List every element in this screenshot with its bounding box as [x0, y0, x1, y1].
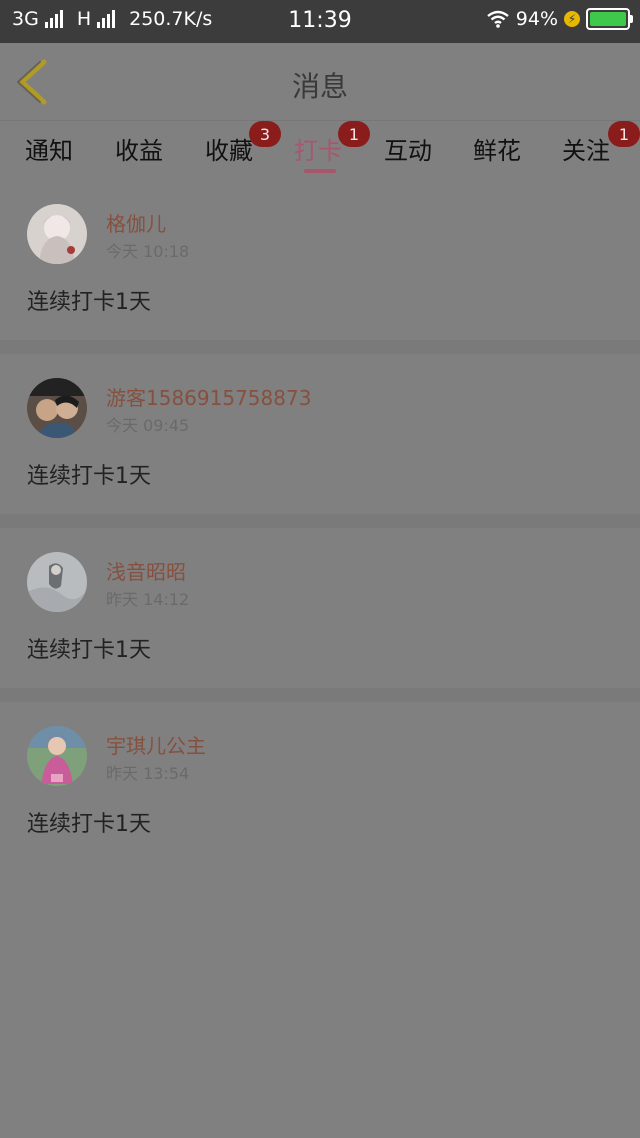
- tab-interaction[interactable]: 互动: [384, 131, 432, 166]
- list-item[interactable]: 格伽儿 今天 10:18 连续打卡1天: [0, 180, 640, 340]
- avatar[interactable]: [27, 204, 87, 264]
- message-text: 连续打卡1天: [27, 290, 151, 315]
- tab-label: 收益: [115, 137, 163, 165]
- avatar[interactable]: [27, 726, 87, 786]
- tab-bar: 通知 收益 收藏 3 打卡 1 互动 鲜花 关注 1: [0, 121, 640, 177]
- tab-checkin[interactable]: 打卡 1: [294, 121, 370, 166]
- charging-icon: ⚡: [564, 11, 580, 27]
- message-text: 连续打卡1天: [27, 464, 151, 489]
- battery-percent: 94%: [515, 8, 558, 30]
- divider: [0, 688, 640, 702]
- divider: [0, 514, 640, 528]
- avatar[interactable]: [27, 378, 87, 438]
- tab-label: 打卡: [294, 137, 342, 165]
- active-tab-indicator: [304, 169, 336, 173]
- timestamp: 今天 09:45: [106, 416, 190, 435]
- timestamp: 昨天 13:54: [106, 764, 190, 783]
- status-bar: 3G H 250.7K/s 11:39 94% ⚡: [0, 0, 640, 43]
- tab-label: 互动: [384, 137, 432, 165]
- tab-label: 收藏: [205, 137, 253, 165]
- tab-flowers[interactable]: 鲜花: [473, 131, 521, 166]
- badge-favorites: 3: [249, 121, 281, 147]
- wifi-icon: [487, 10, 509, 28]
- list-item[interactable]: 浅音昭昭 昨天 14:12 连续打卡1天: [0, 528, 640, 688]
- tab-favorites[interactable]: 收藏 3: [205, 121, 281, 166]
- username[interactable]: 游客1586915758873: [106, 382, 311, 411]
- username[interactable]: 浅音昭昭: [106, 556, 186, 585]
- tab-earnings[interactable]: 收益: [115, 131, 163, 166]
- tab-follow[interactable]: 关注 1: [562, 121, 640, 166]
- list-item[interactable]: 游客1586915758873 今天 09:45 连续打卡1天: [0, 354, 640, 514]
- list-item[interactable]: 宇琪儿公主 昨天 13:54 连续打卡1天: [0, 702, 640, 862]
- username[interactable]: 宇琪儿公主: [106, 730, 206, 759]
- tab-label: 通知: [25, 137, 73, 165]
- avatar[interactable]: [27, 552, 87, 612]
- badge-checkin: 1: [338, 121, 370, 147]
- page-title: 消息: [291, 70, 348, 103]
- page-header: 消息: [0, 43, 640, 121]
- timestamp: 今天 10:18: [106, 242, 190, 261]
- battery-icon: [586, 8, 633, 30]
- tab-label: 鲜花: [473, 137, 521, 165]
- username[interactable]: 格伽儿: [106, 208, 166, 237]
- timestamp: 昨天 14:12: [106, 590, 190, 609]
- status-right: 94% ⚡: [486, 8, 633, 30]
- tab-notifications[interactable]: 通知: [25, 131, 73, 166]
- message-text: 连续打卡1天: [27, 638, 151, 663]
- message-text: 连续打卡1天: [27, 812, 151, 837]
- badge-follow: 1: [608, 121, 640, 147]
- tab-label: 关注: [562, 137, 610, 165]
- divider: [0, 340, 640, 354]
